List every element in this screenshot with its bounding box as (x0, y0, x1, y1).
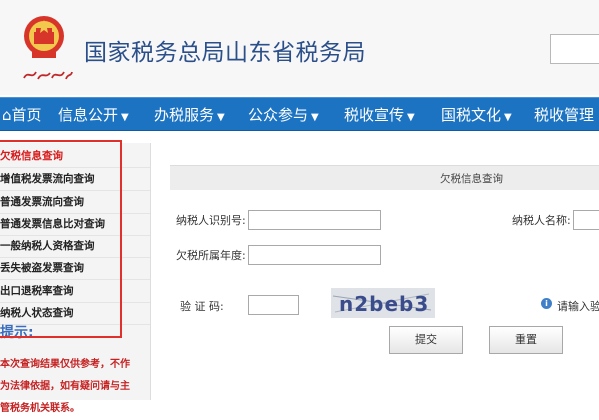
nav-label: 税收宣传 (344, 106, 405, 124)
captcha-input[interactable] (248, 295, 299, 315)
form-panel-title: 欠税信息查询 (440, 173, 503, 185)
hint-line: 本次查询结果仅供参考，不作 (0, 359, 130, 370)
chevron-down-icon: ▼ (311, 112, 319, 123)
highlight-frame (0, 140, 122, 338)
submit-button[interactable]: 提交 (389, 326, 463, 354)
hint-line: 管税务机关联系。 (0, 403, 80, 414)
chevron-down-icon: ▼ (504, 112, 512, 123)
chevron-down-icon: ▼ (217, 112, 225, 123)
captcha-image[interactable]: n2beb3 (331, 288, 435, 318)
nav-info-disclosure[interactable]: 信息公开 ▼ (58, 104, 129, 125)
main-nav: ⌂首页 信息公开 ▼ 办税服务 ▼ 公众参与 ▼ 税收宣传 ▼ 国税文化 ▼ 税收管理 (0, 97, 599, 131)
reset-button[interactable]: 重置 (489, 326, 563, 354)
chevron-down-icon: ▼ (121, 112, 129, 123)
tax-emblem-icon (24, 16, 64, 58)
nav-tax-publicity[interactable]: 税收宣传 ▼ (344, 104, 415, 125)
nav-label: 国税文化 (441, 106, 502, 124)
header-search-box[interactable] (550, 34, 599, 64)
captcha-label: 验 证 码: (180, 300, 224, 313)
nav-tax-management[interactable]: 税收管理 (534, 104, 594, 125)
taxpayer-name-input[interactable] (573, 210, 599, 230)
form-panel-header: 欠税信息查询 (170, 165, 599, 190)
taxpayer-id-label: 纳税人识别号: (176, 214, 246, 227)
captcha-text: n2beb3 (339, 292, 429, 316)
site-header: 国家税务总局山东省税务局 (0, 0, 599, 95)
nav-label: 办税服务 (154, 106, 215, 124)
nav-home-label: 首页 (11, 106, 42, 124)
nav-home[interactable]: ⌂首页 (2, 104, 42, 125)
tax-year-label: 欠税所属年度: (176, 249, 246, 262)
nav-public-participation[interactable]: 公众参与 ▼ (248, 104, 319, 125)
chevron-down-icon: ▼ (407, 112, 415, 123)
nav-label: 公众参与 (248, 106, 309, 124)
captcha-graphic: n2beb3 (332, 292, 432, 316)
hint-line: 为法律依据，如有疑问请与主 (0, 381, 130, 392)
nav-tax-service[interactable]: 办税服务 ▼ (154, 104, 225, 125)
nav-label: 税收管理 (534, 106, 595, 124)
nav-label: 信息公开 (58, 106, 119, 124)
logo-signature (23, 71, 73, 80)
taxpayer-id-input[interactable] (248, 210, 381, 230)
tax-year-input[interactable] (248, 245, 381, 265)
info-icon: i (541, 298, 552, 309)
site-title: 国家税务总局山东省税务局 (84, 40, 366, 66)
home-icon: ⌂ (2, 106, 12, 124)
hint-text: 本次查询结果仅供参考，不作 为法律依据，如有疑问请与主 管税务机关联系。 (0, 354, 150, 420)
nav-tax-culture[interactable]: 国税文化 ▼ (441, 104, 512, 125)
taxpayer-name-label: 纳税人名称: (512, 214, 571, 227)
captcha-hint: 请输入验 (557, 300, 599, 313)
